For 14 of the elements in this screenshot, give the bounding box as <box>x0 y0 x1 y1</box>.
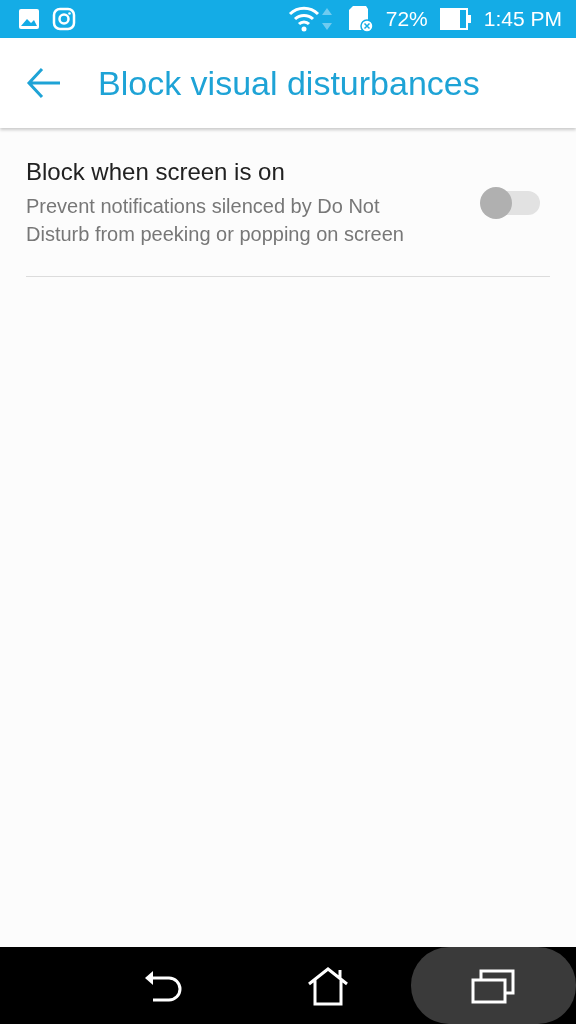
clock: 1:45 PM <box>483 7 562 31</box>
camera-icon <box>52 7 76 31</box>
page-title: Block visual disturbances <box>98 63 480 103</box>
sd-card-icon <box>347 5 374 33</box>
setting-title: Block when screen is on <box>26 158 286 186</box>
battery-percent: 72% <box>385 7 428 31</box>
back-arrow-icon[interactable] <box>26 67 62 99</box>
recents-button[interactable] <box>410 947 576 1024</box>
toggle-switch[interactable] <box>480 187 540 219</box>
setting-summary: Prevent notifications silenced by Do Not Disturb from peeking or popping on screen <box>26 194 405 247</box>
home-icon <box>307 965 349 1006</box>
image-icon <box>18 8 40 30</box>
recents-icon <box>471 967 516 1004</box>
battery-icon <box>439 7 472 31</box>
